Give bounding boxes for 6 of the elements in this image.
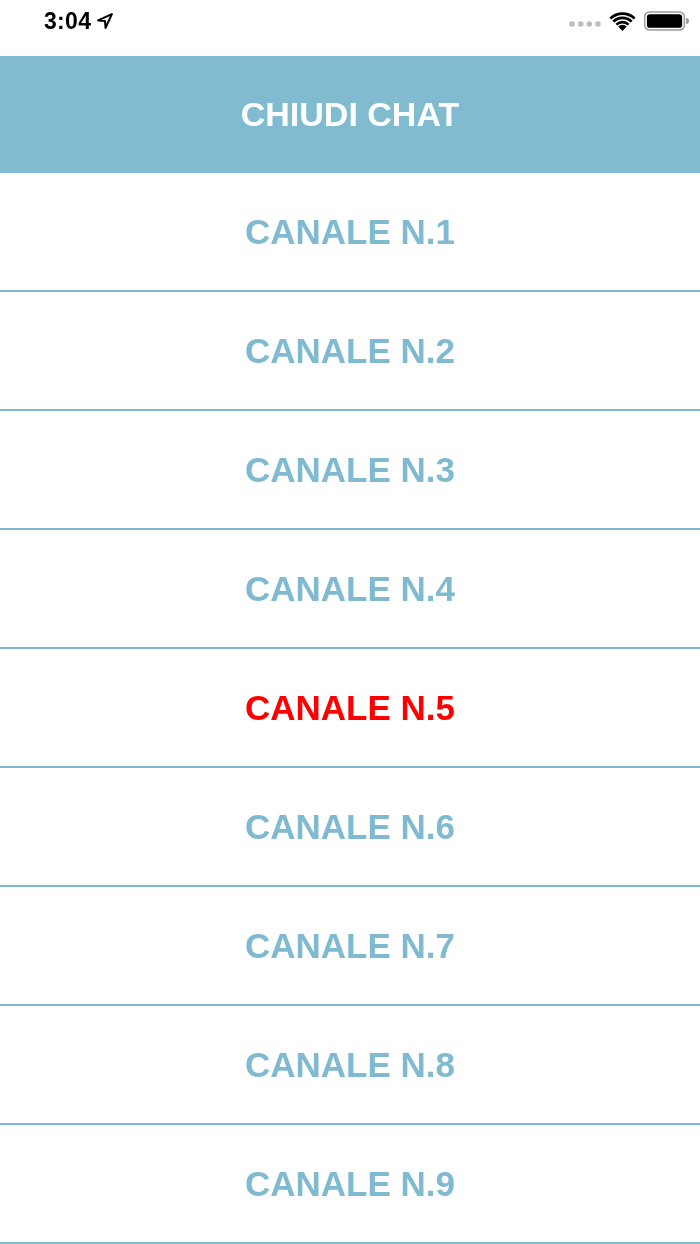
signal-dots-icon — [569, 21, 601, 27]
battery-icon — [644, 11, 689, 31]
status-time: 3:04 — [44, 7, 92, 35]
location-arrow-icon — [97, 13, 114, 29]
wifi-icon — [609, 11, 636, 31]
close-chat-button[interactable]: CHIUDI CHAT — [0, 56, 700, 173]
